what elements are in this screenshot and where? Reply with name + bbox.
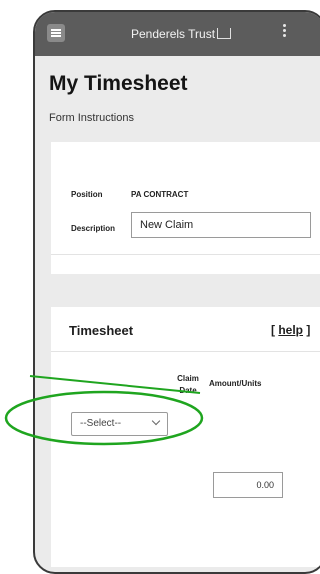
claim-date-select[interactable]: --Select-- — [71, 412, 168, 436]
help-link-wrapper: [ help ] — [271, 323, 310, 337]
position-value: PA CONTRACT — [131, 190, 189, 199]
more-vertical-icon[interactable] — [283, 24, 287, 39]
description-label: Description — [71, 224, 116, 233]
help-link[interactable]: help — [278, 323, 303, 337]
position-label: Position — [71, 190, 103, 199]
description-field[interactable]: New Claim — [131, 212, 311, 238]
claim-details-card: Position PA CONTRACT Description New Cla… — [51, 142, 320, 274]
phone-frame: Penderels Trust My Timesheet Form Instru… — [33, 10, 320, 574]
amount-field[interactable]: 0.00 — [213, 472, 283, 498]
timesheet-card: Timesheet [ help ] Claim Date Amount/Uni… — [51, 307, 320, 567]
help-bracket-open: [ — [271, 323, 275, 337]
hamburger-menu-icon[interactable] — [47, 24, 65, 42]
help-bracket-close: ] — [306, 323, 311, 337]
chevron-down-icon — [151, 416, 161, 426]
brand-name: Penderels Trust — [131, 27, 216, 41]
timesheet-title: Timesheet — [69, 323, 134, 338]
brand-logo: Penderels Trust — [131, 27, 232, 41]
brand-mark-icon — [217, 28, 232, 39]
form-instructions-link[interactable]: Form Instructions — [49, 112, 134, 124]
card-divider — [51, 254, 320, 255]
date-header-word: Date — [179, 386, 197, 395]
timesheet-divider — [51, 351, 320, 352]
top-app-bar: Penderels Trust — [35, 12, 320, 56]
claim-date-column-header: Claim Date — [173, 373, 203, 397]
claim-date-select-value: --Select-- — [80, 418, 122, 429]
claim-header-word: Claim — [177, 374, 199, 383]
amount-units-column-header: Amount/Units — [209, 379, 262, 388]
page-title: My Timesheet — [49, 72, 188, 95]
